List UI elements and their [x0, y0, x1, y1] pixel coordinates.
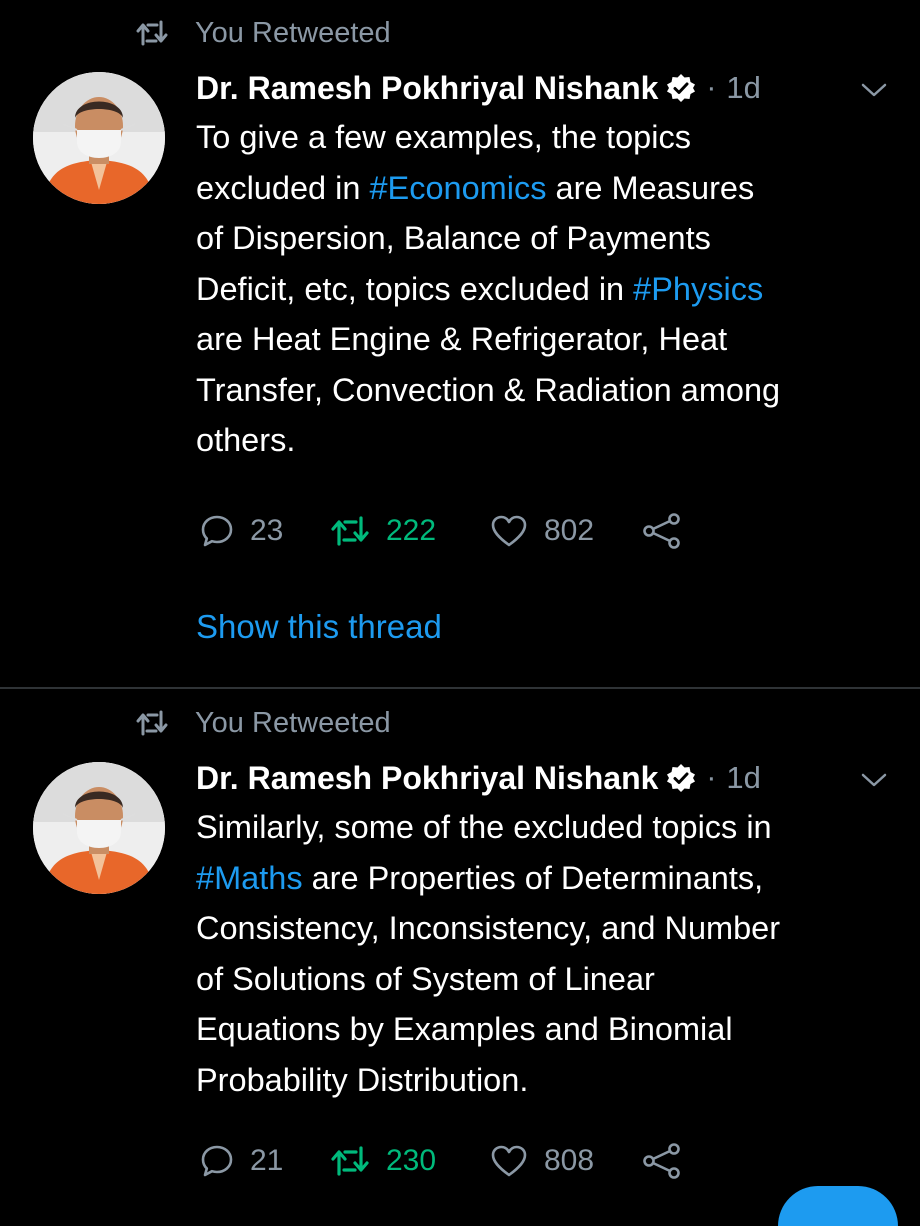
author-name[interactable]: Dr. Ramesh Pokhriyal Nishank [196, 70, 658, 107]
tweet-line: To give a few examples, the topics [196, 112, 896, 163]
tweet-line: Similarly, some of the excluded topics i… [196, 802, 896, 853]
tweet-header: Dr. Ramesh Pokhriyal Nishank · 1d [196, 66, 761, 110]
compose-fab-button[interactable] [778, 1186, 898, 1226]
heart-icon [491, 515, 527, 547]
tweet-line: of Solutions of System of Linear [196, 954, 896, 1005]
text-segment: To give a few examples, the topics [196, 119, 691, 155]
text-segment: are Heat Engine & Refrigerator, Heat [196, 321, 728, 357]
text-segment: Similarly, some of the excluded topics i… [196, 809, 772, 845]
avatar[interactable] [33, 72, 165, 204]
tweet-header: Dr. Ramesh Pokhriyal Nishank · 1d [196, 756, 761, 800]
text-segment: Deficit, etc, topics excluded in [196, 270, 634, 307]
tweet-text: Similarly, some of the excluded topics i… [196, 802, 896, 1105]
retweet-icon [331, 1146, 369, 1176]
verified-badge-icon [667, 74, 696, 102]
tweet-line: Equations by Examples and Binomial [196, 1004, 896, 1055]
share-button[interactable] [642, 1138, 682, 1184]
retweet-button[interactable]: 222 [330, 508, 490, 554]
reply-button[interactable]: 21 [200, 1138, 330, 1184]
tweet-line: of Dispersion, Balance of Payments [196, 213, 896, 264]
tweet-line: Probability Distribution. [196, 1055, 896, 1106]
hashtag-link[interactable]: #Maths [196, 860, 303, 896]
tweet-line: are Heat Engine & Refrigerator, Heat [196, 314, 896, 365]
retweet-count: 222 [386, 514, 437, 547]
tweet-divider [0, 687, 920, 689]
tweet-line: others. [196, 415, 896, 466]
retweet-context: You Retweeted [135, 14, 391, 52]
tweet-line: Consistency, Inconsistency, and Number [196, 903, 896, 954]
hashtag-link[interactable]: #Physics [633, 271, 763, 307]
show-thread-link[interactable]: Show this thread [196, 608, 442, 646]
chevron-down-icon[interactable] [860, 770, 888, 790]
text-segment: of Solutions of System of Linear [196, 960, 655, 997]
reply-count: 23 [250, 514, 284, 547]
text-segment: Consistency, Inconsistency, and Number [196, 910, 781, 946]
tweet-line: Deficit, etc, topics excluded in #Physic… [196, 264, 896, 315]
text-segment: are Properties of Determinants, [302, 859, 764, 896]
share-icon [643, 513, 680, 549]
like-count: 802 [544, 514, 595, 547]
retweet-icon [136, 710, 168, 736]
retweet-icon [331, 516, 369, 546]
reply-button[interactable]: 23 [200, 508, 330, 554]
tweet-actions: 23 222 802 [200, 508, 682, 554]
like-count: 808 [544, 1144, 595, 1177]
tweet-actions: 21 230 808 [200, 1138, 682, 1184]
timestamp[interactable]: 1d [726, 70, 760, 106]
separator-dot: · [706, 761, 717, 794]
tweet-text: To give a few examples, the topics exclu… [196, 112, 896, 466]
tweet-card[interactable]: You Retweeted Dr. Ramesh Pokhriyal Nisha… [0, 690, 920, 1200]
reply-icon [201, 1145, 233, 1177]
share-icon [643, 1143, 680, 1179]
reply-count: 21 [250, 1144, 284, 1177]
reply-icon [201, 515, 233, 547]
retweet-icon [136, 20, 168, 46]
text-segment: Transfer, Convection & Radiation among [196, 371, 781, 408]
retweet-label: You Retweeted [195, 706, 391, 739]
separator-dot: · [706, 71, 717, 104]
chevron-down-icon[interactable] [860, 80, 888, 100]
author-name[interactable]: Dr. Ramesh Pokhriyal Nishank [196, 760, 658, 797]
verified-badge-icon [667, 764, 696, 792]
hashtag-link[interactable]: #Economics [369, 170, 546, 206]
retweet-button[interactable]: 230 [330, 1138, 490, 1184]
text-segment: are Measures [546, 169, 755, 206]
text-segment: Probability Distribution. [196, 1061, 529, 1098]
retweet-context: You Retweeted [135, 704, 391, 742]
like-button[interactable]: 802 [490, 508, 642, 554]
text-segment: excluded in [196, 169, 370, 206]
like-button[interactable]: 808 [490, 1138, 642, 1184]
text-segment: of Dispersion, Balance of Payments [196, 220, 711, 256]
text-segment: Equations by Examples and Binomial [196, 1011, 733, 1047]
tweet-line: #Maths are Properties of Determinants, [196, 853, 896, 904]
heart-icon [491, 1145, 527, 1177]
share-button[interactable] [642, 508, 682, 554]
avatar[interactable] [33, 762, 165, 894]
retweet-label: You Retweeted [195, 16, 391, 49]
timestamp[interactable]: 1d [726, 760, 760, 796]
tweet-card[interactable]: You Retweeted Dr. Ramesh Pokhriyal Nisha… [0, 0, 920, 688]
tweet-line: Transfer, Convection & Radiation among [196, 365, 896, 416]
text-segment: others. [196, 422, 296, 458]
tweet-line: excluded in #Economics are Measures [196, 163, 896, 214]
retweet-count: 230 [386, 1144, 437, 1177]
